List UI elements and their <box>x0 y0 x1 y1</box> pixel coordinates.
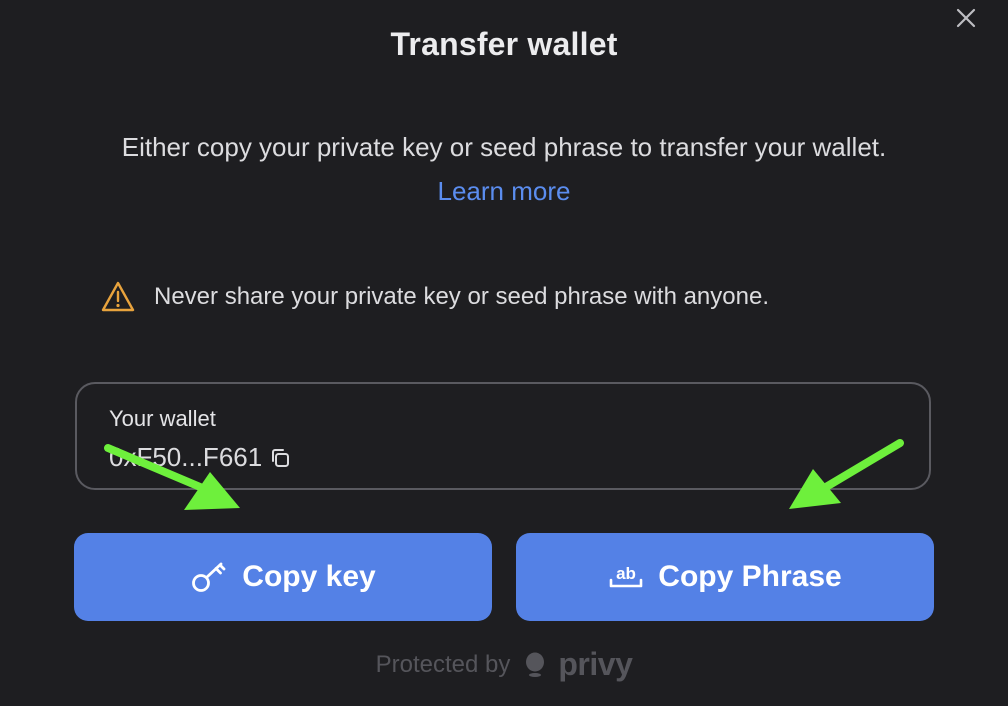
copy-key-button[interactable]: Copy key <box>74 533 492 621</box>
copy-phrase-button[interactable]: ab Copy Phrase <box>516 533 934 621</box>
copy-key-label: Copy key <box>242 560 376 593</box>
copy-phrase-label: Copy Phrase <box>658 560 842 593</box>
wallet-address-row: 0xF50...F661 <box>109 442 292 473</box>
footer: Protected by privy <box>0 646 1008 683</box>
svg-text:ab: ab <box>616 564 636 583</box>
warning-text: Never share your private key or seed phr… <box>154 283 769 310</box>
warning-notice: Never share your private key or seed phr… <box>100 280 769 314</box>
wallet-label: Your wallet <box>109 406 216 431</box>
learn-more-link[interactable]: Learn more <box>0 176 1008 207</box>
dialog-description: Either copy your private key or seed phr… <box>121 132 887 162</box>
wallet-address: 0xF50...F661 <box>109 442 263 472</box>
ab-text-icon: ab <box>609 564 643 588</box>
privy-brand: privy <box>558 646 633 682</box>
key-icon <box>192 562 226 592</box>
warning-icon <box>101 281 135 312</box>
transfer-wallet-dialog: Transfer wallet Either copy your private… <box>0 0 1008 706</box>
dialog-title: Transfer wallet <box>390 26 618 62</box>
privy-mark-icon <box>526 652 545 677</box>
copy-icon[interactable] <box>268 446 292 470</box>
wallet-card: Your wallet 0xF50...F661 <box>75 382 931 490</box>
privy-logo: privy <box>524 646 633 683</box>
protected-by-text: Protected by <box>375 650 511 678</box>
